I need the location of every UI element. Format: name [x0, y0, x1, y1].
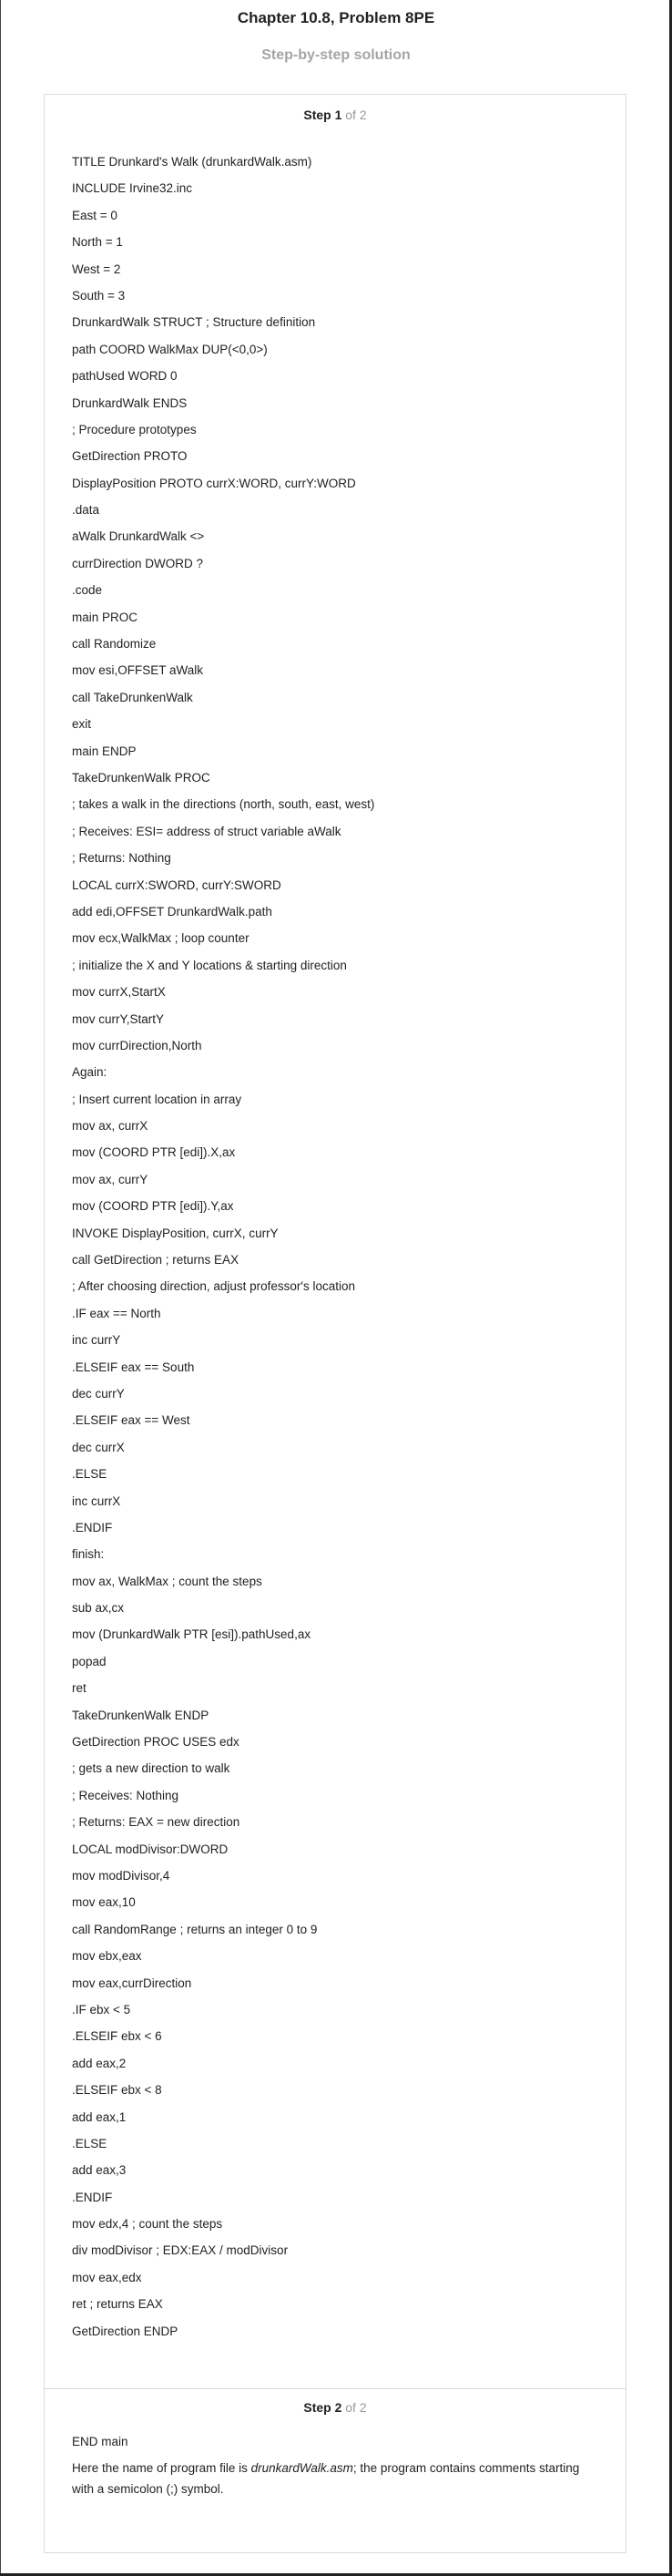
- code-line: ; Returns: EAX = new direction: [72, 1815, 240, 1830]
- code-line: TakeDrunkenWalk PROC: [72, 770, 210, 785]
- code-line: North = 1: [72, 235, 123, 250]
- code-line: sub ax,cx: [72, 1601, 125, 1616]
- code-line: inc currX: [72, 1493, 121, 1508]
- code-line: call Randomize: [72, 637, 157, 652]
- code-line: mov eax,currDirection: [72, 1976, 192, 1990]
- code-line: ; initialize the X and Y locations & sta…: [72, 958, 347, 972]
- code-line: ret: [72, 1681, 87, 1696]
- code-line: GetDirection PROTO: [72, 449, 188, 464]
- code-line: mov edx,4 ; count the steps: [72, 2217, 223, 2232]
- step-2-count: of 2: [345, 2400, 367, 2415]
- code-line: mov ax, currX: [72, 1119, 148, 1134]
- code-line: popad: [72, 1654, 107, 1668]
- code-line: DrunkardWalk ENDS: [72, 395, 188, 410]
- code-line: .ELSEIF eax == South: [72, 1360, 195, 1374]
- step-2-heading: Step 2 of 2: [45, 2400, 626, 2415]
- code-line: ret ; returns EAX: [72, 2297, 163, 2312]
- page-subtitle: Step-by-step solution: [261, 47, 411, 63]
- code-line: call GetDirection ; returns EAX: [72, 1253, 239, 1267]
- code-line: .ELSEIF ebx < 8: [72, 2083, 162, 2098]
- code-line: DrunkardWalk STRUCT ; Structure definiti…: [72, 315, 316, 330]
- code-line: add eax,2: [72, 2056, 127, 2070]
- step-1-heading: Step 1 of 2: [45, 108, 626, 122]
- step-1-count: of 2: [345, 108, 367, 122]
- code-line: ; takes a walk in the directions (north,…: [72, 797, 375, 812]
- code-line: East = 0: [72, 208, 117, 222]
- code-line: LOCAL modDivisor:DWORD: [72, 1842, 229, 1856]
- code-line: currDirection DWORD ?: [72, 556, 204, 570]
- left-border: [0, 0, 1, 2576]
- page-title: Chapter 10.8, Problem 8PE: [237, 9, 435, 26]
- code-line: ; Receives: Nothing: [72, 1788, 179, 1802]
- code-line: dec currY: [72, 1386, 125, 1401]
- code-line: mov (DrunkardWalk PTR [esi]).pathUsed,ax: [72, 1627, 311, 1642]
- code-line: add eax,1: [72, 2109, 127, 2124]
- step-1-label: Step 1: [303, 108, 342, 122]
- code-line: DisplayPosition PROTO currX:WORD, currY:…: [72, 476, 356, 490]
- code-line: .IF ebx < 5: [72, 2002, 131, 2017]
- code-line: mov esi,OFFSET aWalk: [72, 663, 204, 678]
- code-line: .ENDIF: [72, 2190, 113, 2204]
- code-line: TITLE Drunkard's Walk (drunkardWalk.asm): [72, 155, 312, 169]
- code-line: West = 2: [72, 262, 121, 276]
- code-line: call RandomRange ; returns an integer 0 …: [72, 1922, 318, 1936]
- code-line: .ENDIF: [72, 1520, 113, 1534]
- code-line: finish:: [72, 1547, 105, 1562]
- code-line: add eax,3: [72, 2163, 127, 2178]
- step-1-code-block: TITLE Drunkard's Walk (drunkardWalk.asm)…: [72, 149, 609, 2345]
- code-line: mov (COORD PTR [edi]).Y,ax: [72, 1199, 234, 1214]
- code-line: call TakeDrunkenWalk: [72, 690, 193, 704]
- code-line: .ELSE: [72, 1467, 107, 1482]
- code-line: Again:: [72, 1065, 107, 1080]
- code-line: mov ecx,WalkMax ; loop counter: [72, 931, 249, 946]
- code-line: .ELSEIF eax == West: [72, 1413, 190, 1428]
- code-line: ; gets a new direction to walk: [72, 1761, 230, 1776]
- step-2-label: Step 2: [303, 2400, 342, 2415]
- code-line: pathUsed WORD 0: [72, 369, 178, 384]
- code-line: exit: [72, 717, 92, 732]
- code-line: INCLUDE Irvine32.inc: [72, 181, 193, 196]
- code-line: ; Procedure prototypes: [72, 422, 197, 436]
- explanation-prefix: Here the name of program file is: [72, 2461, 251, 2475]
- code-line: .code: [72, 583, 103, 598]
- code-line: LOCAL currX:SWORD, currY:SWORD: [72, 877, 281, 892]
- code-line: South = 3: [72, 288, 126, 303]
- code-line: add edi,OFFSET DrunkardWalk.path: [72, 904, 272, 919]
- code-line: main PROC: [72, 610, 138, 624]
- code-line: .IF eax == North: [72, 1306, 161, 1320]
- code-line: INVOKE DisplayPosition, currX, currY: [72, 1226, 279, 1240]
- program-filename: drunkardWalk.asm: [250, 2461, 353, 2475]
- step-2-code-line: END main: [72, 2435, 128, 2448]
- code-line: .ELSEIF ebx < 6: [72, 2029, 162, 2044]
- code-line: mov (COORD PTR [edi]).X,ax: [72, 1145, 236, 1160]
- code-line: ; Receives: ESI= address of struct varia…: [72, 824, 341, 838]
- code-line: dec currX: [72, 1440, 125, 1454]
- code-line: mov ax, WalkMax ; count the steps: [72, 1574, 262, 1588]
- code-line: mov currDirection,North: [72, 1038, 202, 1052]
- code-line: GetDirection ENDP: [72, 2324, 178, 2338]
- step-1-card: Step 1 of 2 TITLE Drunkard's Walk (drunk…: [44, 94, 626, 2389]
- code-line: div modDivisor ; EDX:EAX / modDivisor: [72, 2243, 289, 2258]
- code-line: mov eax,10: [72, 1895, 136, 1910]
- code-line: .data: [72, 503, 100, 518]
- step-2-explanation: Here the name of program file is drunkar…: [72, 2458, 582, 2499]
- code-line: mov ax, currY: [72, 1172, 148, 1186]
- code-line: .ELSE: [72, 2136, 107, 2150]
- code-line: ; After choosing direction, adjust profe…: [72, 1279, 355, 1294]
- code-line: mov currX,StartX: [72, 985, 166, 1000]
- code-line: path COORD WalkMax DUP(<0,0>): [72, 342, 268, 356]
- code-line: main ENDP: [72, 744, 137, 758]
- code-line: ; Returns: Nothing: [72, 851, 171, 866]
- code-line: aWalk DrunkardWalk <>: [72, 529, 205, 544]
- code-line: GetDirection PROC USES edx: [72, 1735, 239, 1750]
- code-line: mov eax,edx: [72, 2270, 142, 2284]
- step-2-card: Step 2 of 2 END main Here the name of pr…: [44, 2388, 626, 2553]
- code-line: mov currY,StartY: [72, 1011, 165, 1026]
- code-line: inc currY: [72, 1333, 121, 1348]
- code-line: mov modDivisor,4: [72, 1869, 170, 1883]
- code-line: mov ebx,eax: [72, 1949, 142, 1964]
- code-line: ; Insert current location in array: [72, 1092, 242, 1106]
- code-line: TakeDrunkenWalk ENDP: [72, 1708, 209, 1722]
